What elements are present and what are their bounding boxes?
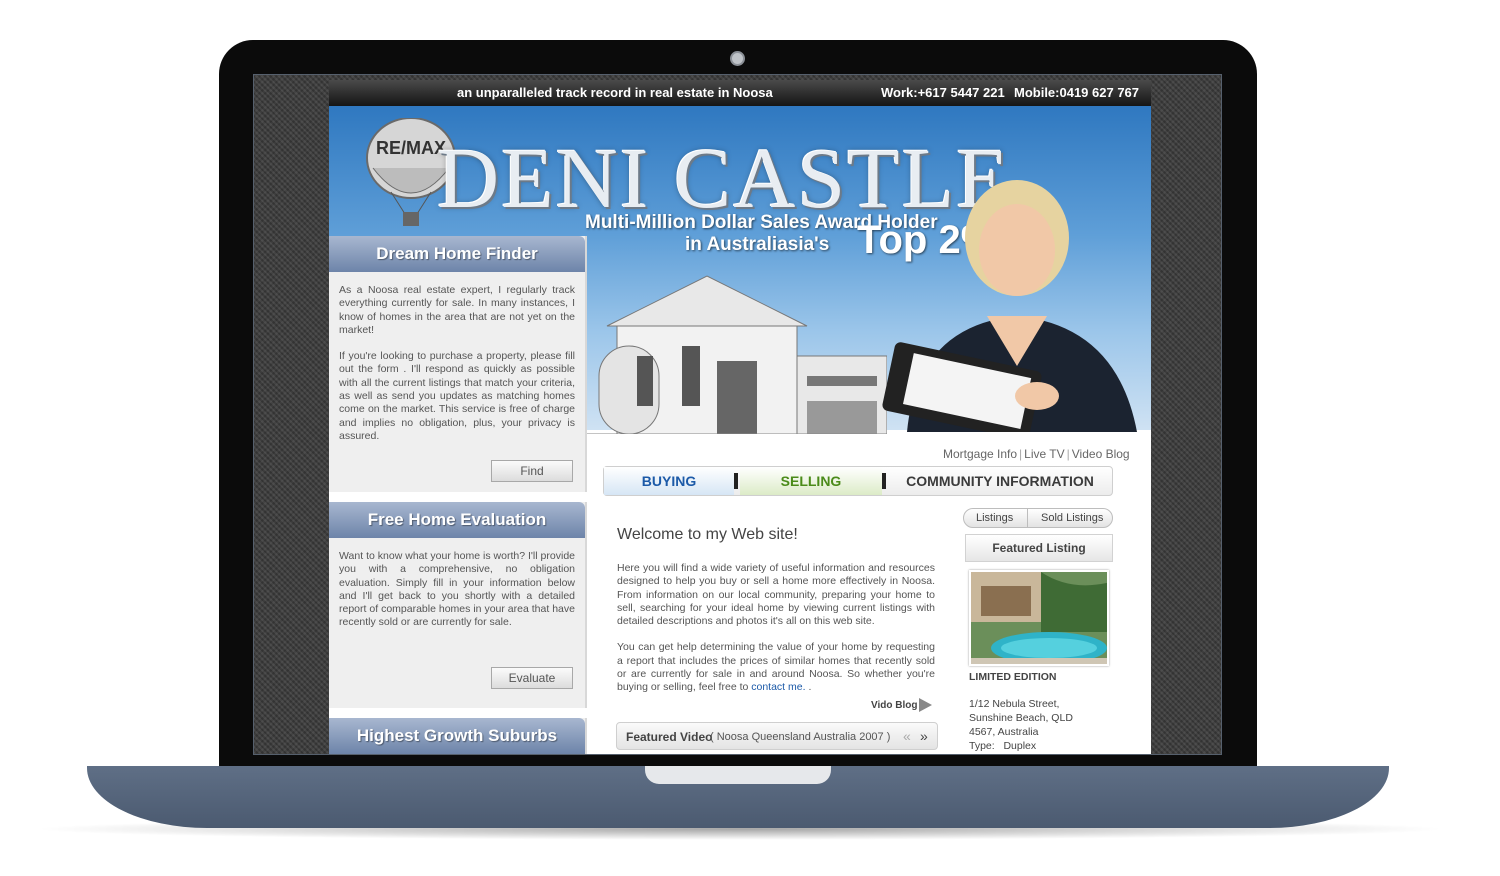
- evaluate-button[interactable]: Evaluate: [491, 667, 573, 689]
- laptop-notch: [645, 766, 831, 784]
- nav-buying[interactable]: BUYING: [604, 467, 734, 495]
- tab-listings[interactable]: Listings: [976, 512, 1013, 524]
- growth-suburbs-title[interactable]: Highest Growth Suburbs: [329, 718, 585, 754]
- mobile-phone: Mobile:0419 627 767: [1014, 85, 1140, 100]
- top-bar: an unparalleled track record in real est…: [329, 80, 1151, 106]
- featured-video-bar: Featured Video ( Noosa Queensland Austra…: [616, 722, 938, 750]
- pool-house-image: [971, 572, 1107, 664]
- video-blog-link[interactable]: Video Blog: [1072, 447, 1130, 461]
- type-value: Duplex: [1003, 740, 1037, 752]
- featured-listing-title: Featured Listing: [965, 534, 1113, 562]
- growth-suburbs-panel: Highest Growth Suburbs: [329, 718, 587, 754]
- vido-blog-link[interactable]: Vido Blog: [871, 700, 917, 711]
- address-line2: Sunshine Beach, QLD: [969, 712, 1073, 724]
- house-image: [587, 275, 887, 434]
- award-line2: in Australiasia's: [685, 234, 830, 255]
- welcome-p2: You can get help determining the value o…: [617, 641, 935, 694]
- featured-video-title: Featured Video: [626, 730, 713, 744]
- home-evaluation-p1: Want to know what your home is worth? I'…: [339, 550, 575, 629]
- featured-video-subtitle: ( Noosa Queensland Australia 2007 ): [710, 731, 891, 743]
- type-label: Type:: [969, 740, 995, 752]
- dream-home-p1: As a Noosa real estate expert, I regular…: [339, 284, 575, 336]
- find-button[interactable]: Find: [491, 460, 573, 482]
- listing-tabs: Listings Sold Listings: [963, 508, 1113, 528]
- home-evaluation-title: Free Home Evaluation: [329, 502, 585, 538]
- featured-listing-photo[interactable]: [969, 570, 1109, 666]
- featured-listing-label: LIMITED EDITION: [969, 671, 1057, 683]
- webcam-icon: [730, 51, 745, 66]
- arrow-right-icon[interactable]: [919, 698, 932, 712]
- dream-home-p2: If you're looking to purchase a property…: [339, 350, 575, 442]
- tab-sold-listings[interactable]: Sold Listings: [1041, 512, 1103, 524]
- nav-divider: [882, 473, 886, 489]
- work-phone: Work:+617 5447 221: [881, 85, 1005, 100]
- prev-icon[interactable]: «: [903, 728, 911, 744]
- top-links: Mortgage Info | Live TV | Video Blog: [943, 447, 1130, 461]
- agent-photo: [882, 180, 1137, 432]
- welcome-text: Here you will find a wide variety of use…: [617, 562, 935, 695]
- main-nav: BUYING SELLING COMMUNITY INFORMATION: [603, 466, 1113, 496]
- welcome-p1: Here you will find a wide variety of use…: [617, 562, 935, 628]
- remax-logo-text: RE/MAX: [376, 138, 446, 158]
- property-type: Type: Duplex: [969, 739, 1073, 753]
- address-line1: 1/12 Nebula Street,: [969, 698, 1060, 710]
- nav-community-information[interactable]: COMMUNITY INFORMATION: [888, 467, 1112, 495]
- live-tv-link[interactable]: Live TV: [1024, 447, 1064, 461]
- mortgage-info-link[interactable]: Mortgage Info: [943, 447, 1017, 461]
- separator: |: [1019, 447, 1023, 461]
- contact-me-link[interactable]: contact me.: [751, 681, 805, 693]
- website: an unparalleled track record in real est…: [329, 80, 1151, 754]
- home-evaluation-text: Want to know what your home is worth? I'…: [329, 538, 585, 642]
- welcome-heading: Welcome to my Web site!: [617, 526, 798, 543]
- address-line3: 4567, Australia: [969, 726, 1039, 738]
- home-evaluation-panel: Free Home Evaluation Want to know what y…: [329, 502, 587, 708]
- nav-divider: [734, 473, 738, 489]
- welcome-p2-end: .: [805, 681, 812, 694]
- tagline: an unparalleled track record in real est…: [457, 85, 773, 100]
- dream-home-title: Dream Home Finder: [329, 236, 585, 272]
- dream-home-panel: Dream Home Finder As a Noosa real estate…: [329, 236, 587, 492]
- tab-divider: [1027, 509, 1028, 527]
- nav-selling[interactable]: SELLING: [740, 467, 882, 495]
- next-icon[interactable]: »: [920, 728, 928, 744]
- featured-listing-address: 1/12 Nebula Street, Sunshine Beach, QLD …: [969, 697, 1073, 753]
- separator: |: [1066, 447, 1070, 461]
- dream-home-text: As a Noosa real estate expert, I regular…: [329, 272, 585, 455]
- laptop-screen: an unparalleled track record in real est…: [253, 74, 1222, 755]
